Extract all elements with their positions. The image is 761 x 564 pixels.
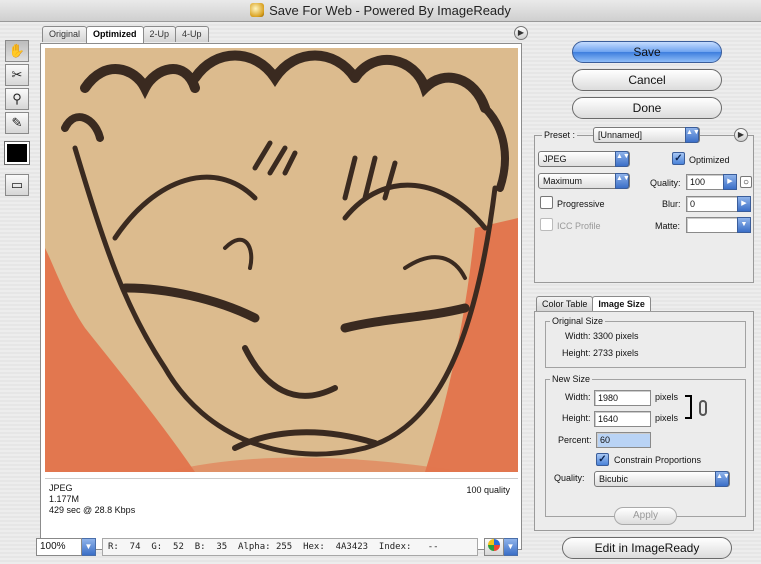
- app-icon: [250, 3, 265, 17]
- preset-label: Preset :: [542, 130, 578, 140]
- compression-select[interactable]: Maximum ▲▼: [538, 173, 630, 189]
- info-file-size: 1.177M: [49, 494, 80, 504]
- compression-arrows-icon: ▲▼: [615, 173, 630, 189]
- window-title: Save For Web - Powered By ImageReady: [269, 3, 511, 18]
- chain-link-icon: [699, 400, 707, 416]
- new-size-title: New Size: [550, 374, 593, 384]
- browser-dropdown-icon[interactable]: ▼: [504, 538, 518, 556]
- slice-select-tool-icon[interactable]: ✂: [5, 64, 29, 86]
- edit-in-imageready-button[interactable]: Edit in ImageReady: [562, 537, 732, 559]
- toggle-slices-icon[interactable]: ▭: [5, 174, 29, 196]
- preview-menu-icon[interactable]: ▶: [514, 26, 528, 40]
- quality-slider-icon[interactable]: ▶: [723, 174, 737, 190]
- tab-optimized[interactable]: Optimized: [86, 26, 144, 43]
- matte-label: Matte:: [655, 221, 681, 231]
- done-button[interactable]: Done: [572, 97, 722, 119]
- optimized-image[interactable]: [45, 48, 518, 472]
- optimization-info: JPEG 1.177M 429 sec @ 28.8 Kbps 100 qual…: [45, 478, 518, 546]
- new-width-field[interactable]: 1980: [594, 390, 651, 406]
- new-height-field[interactable]: 1640: [594, 411, 651, 427]
- original-height: Height: 2733 pixels: [562, 348, 639, 358]
- tab-original[interactable]: Original: [42, 26, 88, 42]
- cancel-button[interactable]: Cancel: [572, 69, 722, 91]
- eyedropper-tool-icon[interactable]: ✎: [5, 112, 29, 134]
- toolbox: ✋ ✂ ⚲ ✎ ▭: [4, 40, 32, 198]
- constrain-link-bracket: [685, 395, 692, 419]
- percent-field[interactable]: 60: [596, 432, 651, 448]
- blur-slider-icon[interactable]: ▶: [737, 196, 751, 212]
- resample-quality-select[interactable]: Bicubic ▲▼: [594, 471, 730, 487]
- status-bar: 100% ▼ R: 74 G: 52 B: 35 Alpha: 255 Hex:…: [36, 537, 518, 557]
- original-size-title: Original Size: [550, 316, 606, 326]
- resample-quality-value: Bicubic: [599, 474, 629, 484]
- face-illustration: [45, 48, 518, 472]
- tab-4-up[interactable]: 4-Up: [175, 26, 209, 42]
- eyedropper-color-swatch[interactable]: [4, 141, 30, 165]
- format-select[interactable]: JPEG ▲▼: [538, 151, 630, 167]
- new-height-label: Height:: [562, 413, 591, 423]
- preview-in-browser-button[interactable]: [484, 538, 504, 556]
- icc-profile-label: ICC Profile: [557, 221, 601, 231]
- tab-image-size[interactable]: Image Size: [592, 296, 651, 312]
- save-for-web-dialog: Original Optimized 2-Up 4-Up ▶ ✋ ✂ ⚲ ✎ ▭: [0, 22, 761, 564]
- quality-label: Quality:: [650, 178, 681, 188]
- progressive-label: Progressive: [557, 199, 605, 209]
- window-title-bar: Save For Web - Powered By ImageReady: [0, 0, 761, 22]
- color-readout: R: 74 G: 52 B: 35 Alpha: 255 Hex: 4A3423…: [102, 538, 478, 556]
- format-value: JPEG: [543, 154, 567, 164]
- browser-globe-icon: [488, 539, 500, 551]
- preset-select[interactable]: [Unnamed] ▲▼: [593, 127, 700, 143]
- percent-label: Percent:: [558, 435, 592, 445]
- original-width: Width: 3300 pixels: [565, 331, 639, 341]
- info-format: JPEG: [49, 483, 73, 493]
- hand-tool-icon[interactable]: ✋: [5, 40, 29, 62]
- resample-quality-label: Quality:: [554, 473, 585, 483]
- info-quality: 100 quality: [466, 485, 510, 495]
- tab-color-table[interactable]: Color Table: [536, 296, 594, 311]
- constrain-proportions-label: Constrain Proportions: [614, 455, 702, 465]
- optimized-label: Optimized: [689, 155, 730, 165]
- optimize-menu-icon[interactable]: ▶: [734, 128, 748, 142]
- height-unit: pixels: [655, 413, 679, 423]
- tab-2-up[interactable]: 2-Up: [142, 26, 177, 42]
- constrain-proportions-checkbox[interactable]: ✓: [596, 453, 609, 466]
- matte-dropdown-icon[interactable]: ▼: [737, 217, 751, 233]
- image-preview-pane: JPEG 1.177M 429 sec @ 28.8 Kbps 100 qual…: [40, 43, 522, 550]
- view-tabs: Original Optimized 2-Up 4-Up: [42, 26, 209, 43]
- preset-arrows-icon: ▲▼: [685, 127, 700, 143]
- preset-value: [Unnamed]: [598, 130, 643, 140]
- resample-arrows-icon: ▲▼: [715, 471, 730, 487]
- apply-button[interactable]: Apply: [614, 507, 677, 525]
- compression-value: Maximum: [543, 176, 583, 186]
- progressive-checkbox[interactable]: [540, 196, 553, 209]
- save-button[interactable]: Save: [572, 41, 722, 63]
- info-download-time: 429 sec @ 28.8 Kbps: [49, 505, 136, 515]
- icc-profile-checkbox[interactable]: [540, 218, 553, 231]
- original-size-group: [545, 321, 746, 368]
- width-unit: pixels: [655, 392, 679, 402]
- optimized-checkbox[interactable]: ✓: [672, 152, 685, 165]
- blur-field[interactable]: 0: [686, 196, 738, 212]
- quality-field[interactable]: 100: [686, 174, 724, 190]
- zoom-tool-icon[interactable]: ⚲: [5, 88, 29, 110]
- matte-field[interactable]: [686, 217, 738, 233]
- blur-label: Blur:: [662, 199, 681, 209]
- zoom-level-field[interactable]: 100%: [36, 538, 82, 556]
- zoom-dropdown-icon[interactable]: ▼: [82, 538, 96, 556]
- table-size-tabs: Color Table Image Size: [536, 296, 651, 312]
- new-width-label: Width:: [565, 392, 591, 402]
- format-arrows-icon: ▲▼: [615, 151, 630, 167]
- quality-mask-icon[interactable]: ○: [740, 176, 752, 188]
